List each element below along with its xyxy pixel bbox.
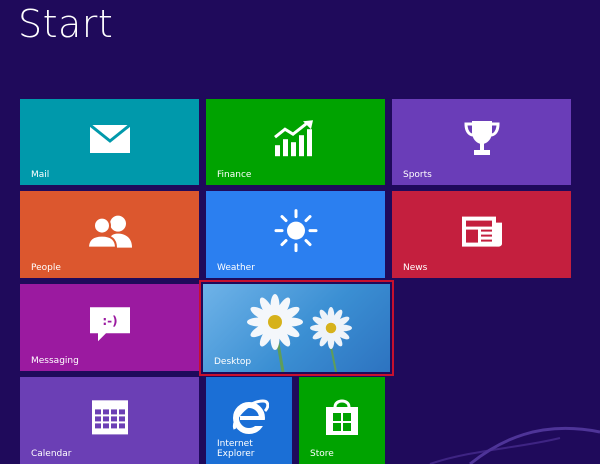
tile-news[interactable]: News [392, 191, 571, 278]
store-bag-icon [326, 399, 358, 435]
finance-chart-icon [273, 120, 313, 157]
start-screen-title: Start [18, 2, 114, 46]
tile-label-desktop: Desktop [214, 357, 252, 367]
tile-desktop[interactable]: Desktop [203, 284, 390, 372]
tile-people[interactable]: People [20, 191, 199, 278]
trophy-icon [463, 121, 500, 155]
tile-calendar[interactable]: Calendar [20, 377, 199, 464]
sun-icon [274, 208, 317, 252]
tile-label-calendar: Calendar [31, 449, 72, 459]
tile-label-messaging: Messaging [31, 356, 79, 366]
tile-weather[interactable]: Weather [206, 191, 385, 278]
mail-icon [88, 124, 131, 153]
tile-label-sports: Sports [403, 170, 432, 180]
tile-label-store: Store [310, 449, 334, 459]
tile-label-people: People [31, 263, 61, 273]
tile-label-finance: Finance [217, 170, 252, 180]
calendar-icon [91, 399, 128, 434]
tile-internet-explorer[interactable]: Internet Explorer [206, 377, 292, 464]
tile-label-mail: Mail [31, 170, 50, 180]
tile-sports[interactable]: Sports [392, 99, 571, 185]
tile-store[interactable]: Store [299, 377, 385, 464]
tile-label-internet-explorer: Internet Explorer [217, 439, 255, 459]
newspaper-icon [461, 216, 502, 247]
tile-label-news: News [403, 263, 428, 273]
internet-explorer-icon [232, 398, 269, 434]
tile-finance[interactable]: Finance [206, 99, 385, 185]
svg-text::-): :-) [102, 314, 117, 328]
tile-mail[interactable]: Mail [20, 99, 199, 185]
tile-label-weather: Weather [217, 263, 255, 273]
tile-messaging[interactable]: :-) Messaging [20, 284, 199, 371]
people-icon [86, 215, 132, 249]
chat-smiley-icon: :-) [89, 306, 130, 341]
